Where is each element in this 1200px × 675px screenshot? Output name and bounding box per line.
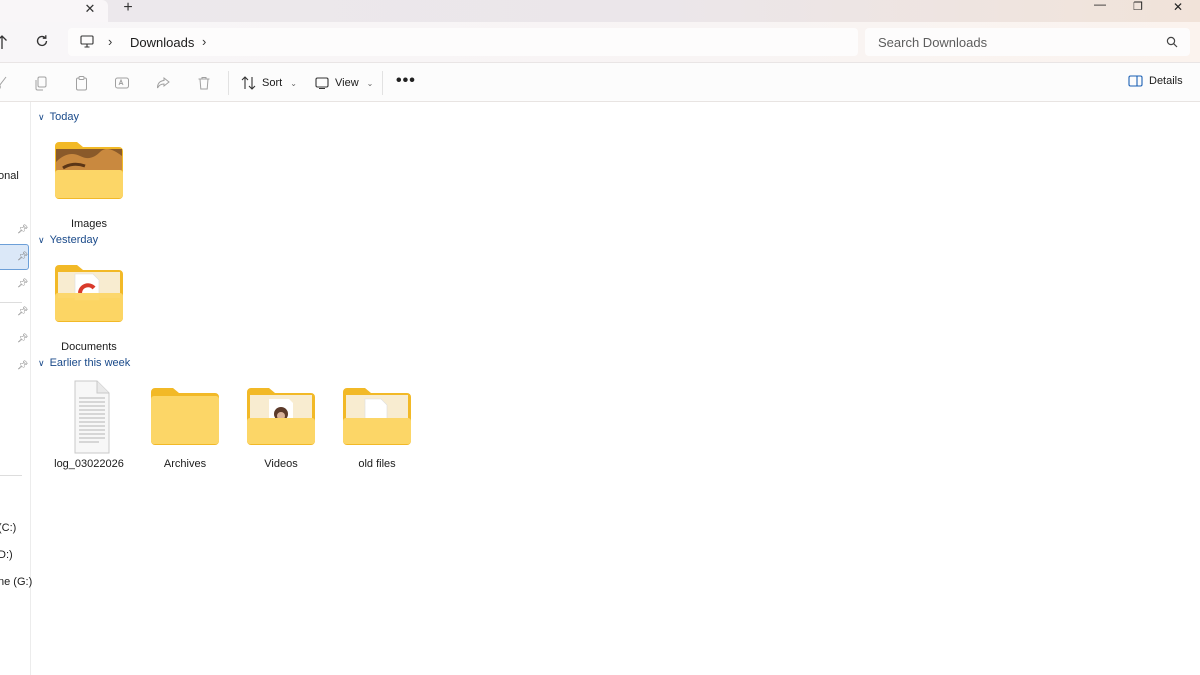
item-label: old files: [358, 458, 396, 470]
details-pane-icon: [1128, 75, 1143, 87]
paste-icon[interactable]: [74, 75, 90, 91]
close-tab-icon[interactable]: ✕: [82, 1, 98, 17]
chevron-down-icon: ⌄: [366, 78, 374, 88]
command-bar: Sort ⌄ View ⌄ ••• Details: [0, 63, 1200, 102]
address-bar[interactable]: › Downloads ›: [68, 28, 858, 56]
group-title: Today: [49, 111, 79, 123]
delete-icon[interactable]: [196, 75, 212, 91]
new-tab-icon[interactable]: +: [119, 0, 137, 17]
folder-document-icon: [55, 265, 123, 322]
restore-icon[interactable]: ❐: [1126, 1, 1150, 15]
refresh-icon[interactable]: [34, 33, 50, 49]
command-separator: [382, 71, 383, 95]
folder-photo-icon: [55, 142, 123, 199]
navigation-pane: onal 📌︎ 📌︎ 📌︎ 📌︎ 📌︎ 📌︎ (C:) D:) ne (G:): [0, 102, 32, 675]
folder-video-icon: [247, 388, 315, 445]
search-input[interactable]: Search Downloads: [878, 35, 987, 50]
chevron-down-icon: ⌄: [290, 78, 297, 88]
breadcrumb-chevron-icon[interactable]: ›: [108, 35, 118, 49]
chevron-down-icon: ∨: [38, 357, 45, 368]
view-button[interactable]: View ⌄: [315, 72, 373, 94]
rename-icon[interactable]: [114, 75, 130, 91]
sidebar-drive-c[interactable]: (C:): [0, 522, 16, 534]
search-icon[interactable]: [1166, 36, 1178, 48]
folder-document-icon: [343, 388, 411, 445]
chevron-down-icon: ∨: [38, 111, 45, 122]
pin-icon: 📌︎: [17, 333, 29, 343]
search-box[interactable]: Search Downloads: [865, 28, 1190, 56]
folder-archives[interactable]: Archives: [137, 386, 233, 486]
sidebar-drive-g[interactable]: ne (G:): [0, 576, 32, 588]
sidebar-item-personal[interactable]: onal: [0, 170, 19, 182]
sort-icon: [241, 76, 256, 90]
item-label: Images: [70, 218, 108, 230]
item-label: log_03022026: [54, 458, 124, 470]
copy-icon[interactable]: [33, 75, 49, 91]
sidebar-drive-d[interactable]: D:): [0, 549, 13, 561]
cut-icon[interactable]: [0, 75, 10, 91]
file-log[interactable]: log_03022026: [41, 380, 137, 480]
item-label: Documents: [61, 341, 117, 353]
group-header-earlier-this-week[interactable]: ∨ Earlier this week: [38, 357, 130, 369]
sidebar-divider: [0, 475, 22, 476]
folder-icon: [151, 388, 219, 445]
item-label: Videos: [264, 458, 298, 470]
details-pane-button[interactable]: Details: [1128, 75, 1183, 87]
address-row: › Downloads › Search Downloads: [0, 22, 1200, 63]
pin-icon: 📌︎: [17, 278, 29, 288]
details-label: Details: [1149, 75, 1183, 87]
view-icon: [315, 77, 329, 89]
command-separator: [228, 71, 229, 95]
folder-documents[interactable]: Documents: [41, 263, 137, 363]
pin-icon: 📌︎: [17, 306, 29, 316]
sort-button[interactable]: Sort ⌄: [241, 72, 297, 94]
pin-icon: 📌︎: [17, 224, 29, 234]
folder-old-files[interactable]: old files: [329, 386, 425, 486]
close-window-icon[interactable]: ✕: [1166, 1, 1190, 15]
up-arrow-icon[interactable]: [0, 34, 10, 50]
group-header-today[interactable]: ∨ Today: [38, 111, 79, 123]
group-title: Earlier this week: [49, 357, 131, 369]
chevron-down-icon: ∨: [38, 234, 45, 245]
group-header-yesterday[interactable]: ∨ Yesterday: [38, 234, 98, 246]
breadcrumb-chevron-icon[interactable]: ›: [202, 35, 212, 49]
pin-icon: 📌︎: [17, 251, 29, 261]
text-file-icon: [74, 380, 110, 454]
view-label: View: [335, 77, 359, 89]
share-icon[interactable]: [155, 75, 171, 91]
folder-videos[interactable]: Videos: [233, 386, 329, 486]
minimize-icon[interactable]: —: [1088, 0, 1112, 12]
breadcrumb-downloads[interactable]: Downloads: [130, 35, 194, 50]
pin-icon: 📌︎: [17, 360, 29, 370]
folder-images[interactable]: Images: [41, 140, 137, 240]
sidebar-divider: [0, 302, 22, 303]
item-label: Archives: [163, 458, 207, 470]
group-title: Yesterday: [49, 234, 99, 246]
tab-downloads[interactable]: ✕: [0, 0, 108, 22]
sort-label: Sort: [262, 77, 283, 89]
this-pc-icon[interactable]: [80, 35, 94, 48]
title-bar: ✕ + — ❐ ✕: [0, 0, 1200, 22]
more-options-button[interactable]: •••: [396, 72, 416, 90]
